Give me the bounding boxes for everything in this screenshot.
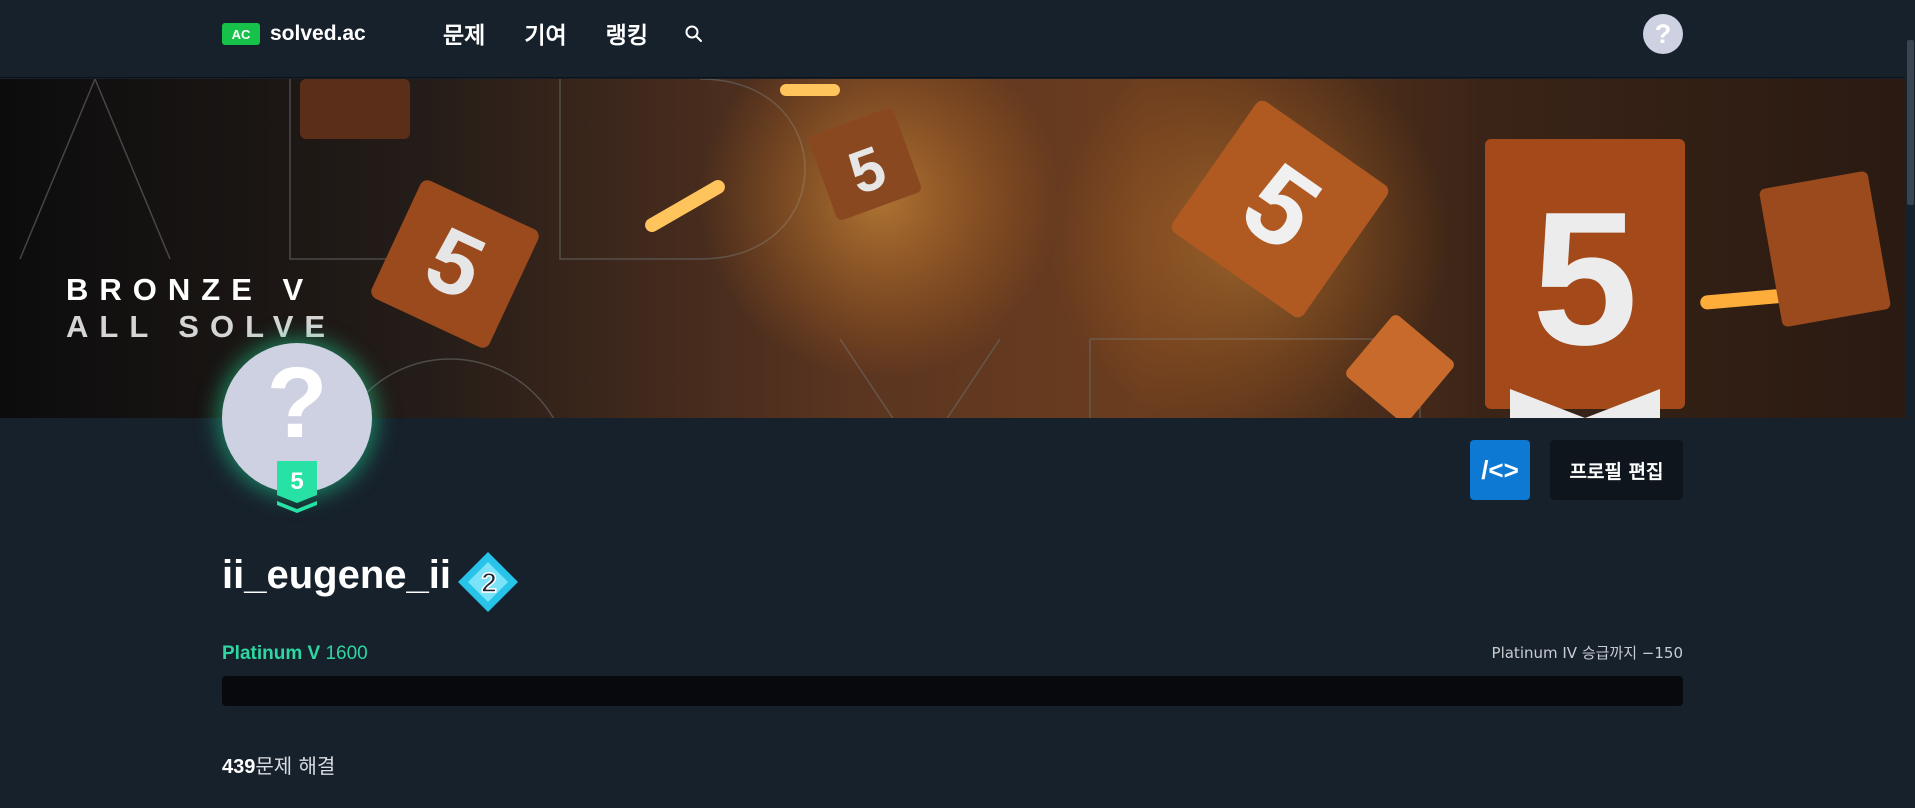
logo-text: solved.ac bbox=[270, 22, 366, 45]
rank-diamond-icon: 2 bbox=[458, 552, 518, 612]
rating-line: Platinum V 1600 bbox=[222, 643, 368, 665]
top-navigation-bar: AC solved.ac 문제 기여 랭킹 ? bbox=[0, 0, 1905, 78]
search-icon[interactable] bbox=[684, 24, 704, 44]
edit-profile-button[interactable]: 프로필 편집 bbox=[1550, 440, 1683, 500]
banner-subtitle: ALL SOLVE bbox=[66, 309, 337, 344]
nav-item-problems[interactable]: 문제 bbox=[443, 16, 485, 50]
tier-badge-level: 5 bbox=[290, 468, 303, 495]
rating-tier-name: Platinum V bbox=[222, 643, 321, 664]
main-nav: 문제 기여 랭킹 bbox=[443, 16, 687, 50]
rating-progress-bar bbox=[222, 676, 1683, 706]
username: ii_eugene_ii bbox=[222, 553, 451, 597]
site-logo[interactable]: AC solved.ac bbox=[222, 22, 366, 46]
nav-item-ranking[interactable]: 랭킹 bbox=[606, 16, 648, 50]
solved-label: 문제 해결 bbox=[255, 754, 336, 778]
avatar-placeholder: ? bbox=[266, 346, 328, 459]
logo-badge: AC bbox=[222, 23, 260, 45]
scrollbar-thumb[interactable] bbox=[1907, 40, 1914, 205]
code-button[interactable]: /<> bbox=[1470, 440, 1530, 500]
solved-count-line[interactable]: 439문제 해결 bbox=[222, 750, 335, 779]
rank-diamond-level: 2 bbox=[481, 567, 497, 598]
nav-item-contribute[interactable]: 기여 bbox=[524, 16, 566, 50]
next-tier-text: Platinum IV 승급까지 −150 bbox=[1491, 644, 1683, 662]
banner-title: BRONZE V ALL SOLVE bbox=[66, 271, 336, 345]
rating-value: 1600 bbox=[325, 643, 368, 664]
tier-badge-icon: 5 bbox=[277, 461, 317, 513]
svg-text:5: 5 bbox=[1532, 173, 1638, 385]
banner-title-text: BRONZE V bbox=[66, 272, 315, 307]
solved-count: 439 bbox=[222, 756, 256, 778]
help-button[interactable]: ? bbox=[1643, 14, 1683, 54]
